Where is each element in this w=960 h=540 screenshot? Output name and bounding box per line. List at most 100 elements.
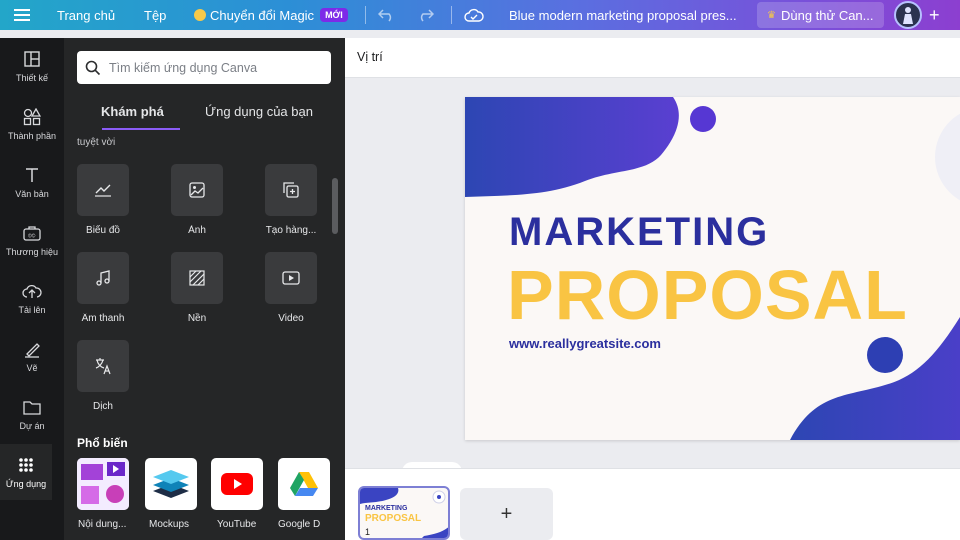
avatar[interactable] xyxy=(894,1,922,29)
text-icon xyxy=(22,165,42,185)
app-label: Mockups xyxy=(149,519,190,530)
rail-item-uploads[interactable]: Tải lên xyxy=(0,270,64,326)
app-tile-translate[interactable] xyxy=(77,340,129,392)
slide-canvas[interactable]: MARKETING PROPOSAL www.reallygreatsite.c… xyxy=(465,97,960,440)
search-icon xyxy=(85,60,101,75)
translate-icon xyxy=(95,358,111,375)
home-link[interactable]: Trang chủ xyxy=(57,0,115,30)
app-tile-video[interactable] xyxy=(265,252,317,304)
folder-icon xyxy=(22,397,42,417)
apps-icon xyxy=(16,455,36,475)
app-label: Nền xyxy=(187,313,207,324)
tab-discover[interactable]: Khám phá xyxy=(101,104,164,119)
app-tile-bulk-create[interactable] xyxy=(265,164,317,216)
rail-label: Ứng dụng xyxy=(5,479,47,489)
magic-switch-button[interactable]: Chuyển đổi Magic MỚI xyxy=(194,0,348,30)
rail-item-brand[interactable]: ©© Thương hiệu xyxy=(0,212,64,268)
new-badge: MỚI xyxy=(320,8,348,22)
description-text: tuyệt vời xyxy=(77,137,116,148)
rail-label: Dự án xyxy=(19,421,45,431)
search-placeholder: Tìm kiếm ứng dụng Canva xyxy=(109,60,258,75)
rail-item-elements[interactable]: Thành phần xyxy=(0,96,64,152)
popular-section-title: Phổ biến xyxy=(77,436,128,450)
crown-icon xyxy=(194,9,206,21)
youtube-icon xyxy=(221,473,253,495)
page-number: 1 xyxy=(365,527,371,537)
app-label: YouTube xyxy=(217,519,257,530)
draw-icon xyxy=(22,339,42,359)
mockup-content-icon xyxy=(77,458,129,510)
divider xyxy=(365,6,366,24)
page-thumbnail[interactable]: MARKETING PROPOSAL 1 xyxy=(358,486,450,540)
app-tile-mockup-content[interactable] xyxy=(77,458,129,510)
rail-label: Vẽ xyxy=(26,363,38,373)
app-label: Âm thanh xyxy=(81,313,125,324)
rail-item-draw[interactable]: Vẽ xyxy=(0,328,64,384)
app-tile-mockups[interactable] xyxy=(145,458,197,510)
rail-label: Tải lên xyxy=(18,305,46,315)
chart-icon xyxy=(95,184,111,197)
upload-icon xyxy=(22,281,42,301)
menu-icon[interactable] xyxy=(10,0,34,30)
thumb-title-line1: MARKETING xyxy=(365,505,408,512)
google-drive-icon xyxy=(290,472,318,496)
file-menu[interactable]: Tệp xyxy=(144,0,166,30)
rail-label: Thiết kế xyxy=(15,73,48,83)
position-button[interactable]: Vị trí xyxy=(357,50,383,64)
divider xyxy=(451,6,452,24)
app-tile-audio[interactable] xyxy=(77,252,129,304)
slide-title-line2: PROPOSAL xyxy=(507,256,908,334)
app-tile-youtube[interactable] xyxy=(211,458,263,510)
app-tile-charts[interactable] xyxy=(77,164,129,216)
brand-icon: ©© xyxy=(22,223,42,243)
search-input[interactable]: Tìm kiếm ứng dụng Canva xyxy=(77,51,331,84)
rail-item-design[interactable]: Thiết kế xyxy=(0,38,64,94)
image-icon xyxy=(189,182,205,198)
add-page-button[interactable]: + xyxy=(460,488,553,540)
rail-label: Thương hiệu xyxy=(6,247,58,257)
app-label: Google D xyxy=(278,519,321,530)
slide-title-line1: MARKETING xyxy=(509,210,770,254)
app-label: Biểu đồ xyxy=(86,225,120,236)
pages-strip: MARKETING PROPOSAL 1 + xyxy=(345,468,960,540)
crown-icon: ♛ xyxy=(767,9,776,21)
layout-icon xyxy=(22,49,42,69)
slide-website: www.reallygreatsite.com xyxy=(509,336,661,351)
add-button[interactable]: + xyxy=(929,0,940,30)
magic-switch-label: Chuyển đổi Magic xyxy=(210,7,315,23)
rail-item-apps[interactable]: Ứng dụng xyxy=(0,444,52,500)
apps-panel: Tìm kiếm ứng dụng Canva Khám phá Ứng dụn… xyxy=(64,38,345,540)
pattern-icon xyxy=(189,270,205,286)
app-label: Nội dung... xyxy=(78,519,127,530)
cloud-save-icon[interactable] xyxy=(464,0,484,30)
app-label: Dịch xyxy=(92,401,113,412)
tab-your-apps[interactable]: Ứng dụng của bạn xyxy=(205,104,313,119)
document-title[interactable]: Blue modern marketing proposal pres... xyxy=(509,0,737,30)
try-canva-pro-label: Dùng thử Can... xyxy=(780,7,874,23)
app-tile-google-drive[interactable] xyxy=(278,458,330,510)
music-icon xyxy=(96,270,110,286)
top-bar: Trang chủ Tệp Chuyển đổi Magic MỚI Blue … xyxy=(0,0,960,30)
app-label: Tạo hàng... xyxy=(265,225,317,236)
app-tile-photos[interactable] xyxy=(171,164,223,216)
app-label: Ảnh xyxy=(188,225,206,236)
rail-item-projects[interactable]: Dự án xyxy=(0,386,64,442)
panel-scrollbar[interactable] xyxy=(332,178,338,234)
app-label: Video xyxy=(278,313,304,324)
svg-text:©©: ©© xyxy=(28,233,36,240)
left-rail: Thiết kế Thành phần Văn bản ©© Thương hi… xyxy=(0,38,64,540)
app-tile-backgrounds[interactable] xyxy=(171,252,223,304)
rail-label: Văn bản xyxy=(15,189,49,199)
redo-icon[interactable] xyxy=(416,0,434,30)
thumb-title-line2: PROPOSAL xyxy=(365,513,422,524)
rail-item-text[interactable]: Văn bản xyxy=(0,154,64,210)
tab-active-indicator xyxy=(102,128,180,130)
editor-toolbar: Vị trí xyxy=(345,38,960,78)
undo-icon[interactable] xyxy=(378,0,396,30)
rail-label: Thành phần xyxy=(7,131,57,141)
layers-icon xyxy=(153,470,189,498)
try-canva-pro-button[interactable]: ♛ Dùng thử Can... xyxy=(757,2,884,28)
shapes-icon xyxy=(22,107,42,127)
video-icon xyxy=(282,271,300,285)
batch-icon xyxy=(283,182,299,198)
